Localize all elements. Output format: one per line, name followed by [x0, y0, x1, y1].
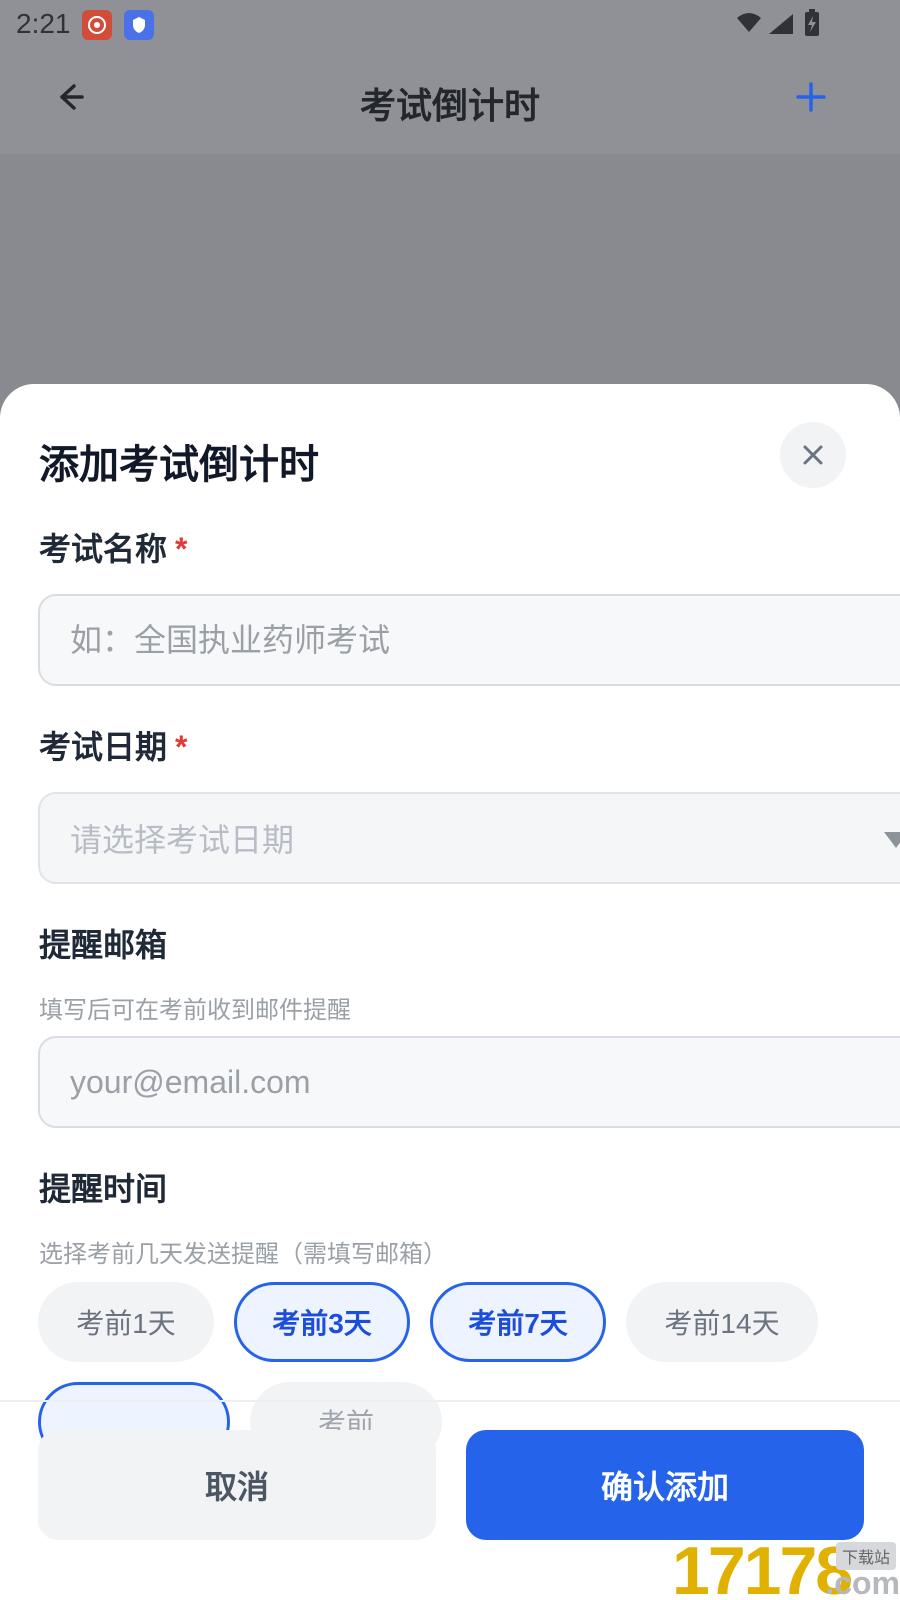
exam-name-label: 考试名称 *	[39, 524, 187, 570]
system-status-icons	[727, 8, 832, 42]
add-countdown-sheet: 添加考试倒计时 考试名称* 考试日期* 请选择考试日期 提醒邮箱 填写后可在考前…	[0, 384, 900, 1600]
reminder-time-label: 提醒时间	[39, 1171, 168, 1207]
confirm-add-button[interactable]: 确认添加	[466, 1430, 864, 1540]
status-bar: 2:21	[0, 0, 900, 50]
close-icon	[803, 445, 823, 465]
exam-date-select[interactable]: 请选择考试日期	[38, 792, 900, 884]
exam-date-placeholder: 请选择考试日期	[70, 822, 295, 858]
page-title: 考试倒计时	[359, 85, 540, 126]
sheet-title: 添加考试倒计时	[39, 443, 319, 487]
reminder-email-helper: 填写后可在考前收到邮件提醒	[39, 997, 351, 1024]
footer-divider	[0, 1400, 900, 1402]
reminder-email-label: 提醒邮箱	[39, 927, 168, 963]
page-header: 考试倒计时	[0, 50, 900, 154]
wifi-icon	[737, 13, 761, 32]
dropdown-arrow-icon	[884, 832, 900, 848]
required-mark: *	[175, 729, 188, 765]
required-mark: *	[175, 531, 188, 567]
weibo-icon	[82, 10, 112, 40]
shield-app-icon	[124, 10, 154, 40]
watermark-tag: 下载站	[835, 1542, 896, 1570]
exam-name-label-text: 考试名称	[39, 531, 168, 567]
close-button[interactable]	[780, 422, 846, 488]
exam-date-label-text: 考试日期	[39, 729, 168, 765]
reminder-time-helper: 选择考前几天发送提醒（需填写邮箱）	[39, 1241, 447, 1268]
signal-icon	[769, 14, 793, 34]
plus-icon	[796, 82, 826, 112]
reminder-option-1-day[interactable]: 考前1天	[38, 1282, 214, 1362]
watermark-number: 17178	[672, 1540, 853, 1600]
watermark-logo: 17178 .com 下载站	[672, 1540, 900, 1600]
reminder-option-7-days[interactable]: 考前7天	[430, 1282, 606, 1362]
add-countdown-button[interactable]	[790, 76, 832, 118]
watermark-suffix: .com	[825, 1565, 900, 1600]
battery-charging-icon	[805, 9, 819, 36]
reminder-option-3-days[interactable]: 考前3天	[234, 1282, 410, 1362]
status-time: 2:21	[16, 8, 71, 39]
reminder-email-input[interactable]	[38, 1036, 900, 1128]
exam-name-input[interactable]	[38, 594, 900, 686]
reminder-option-14-days[interactable]: 考前14天	[626, 1282, 818, 1362]
exam-date-label: 考试日期 *	[39, 722, 187, 768]
cancel-button[interactable]: 取消	[38, 1430, 436, 1540]
